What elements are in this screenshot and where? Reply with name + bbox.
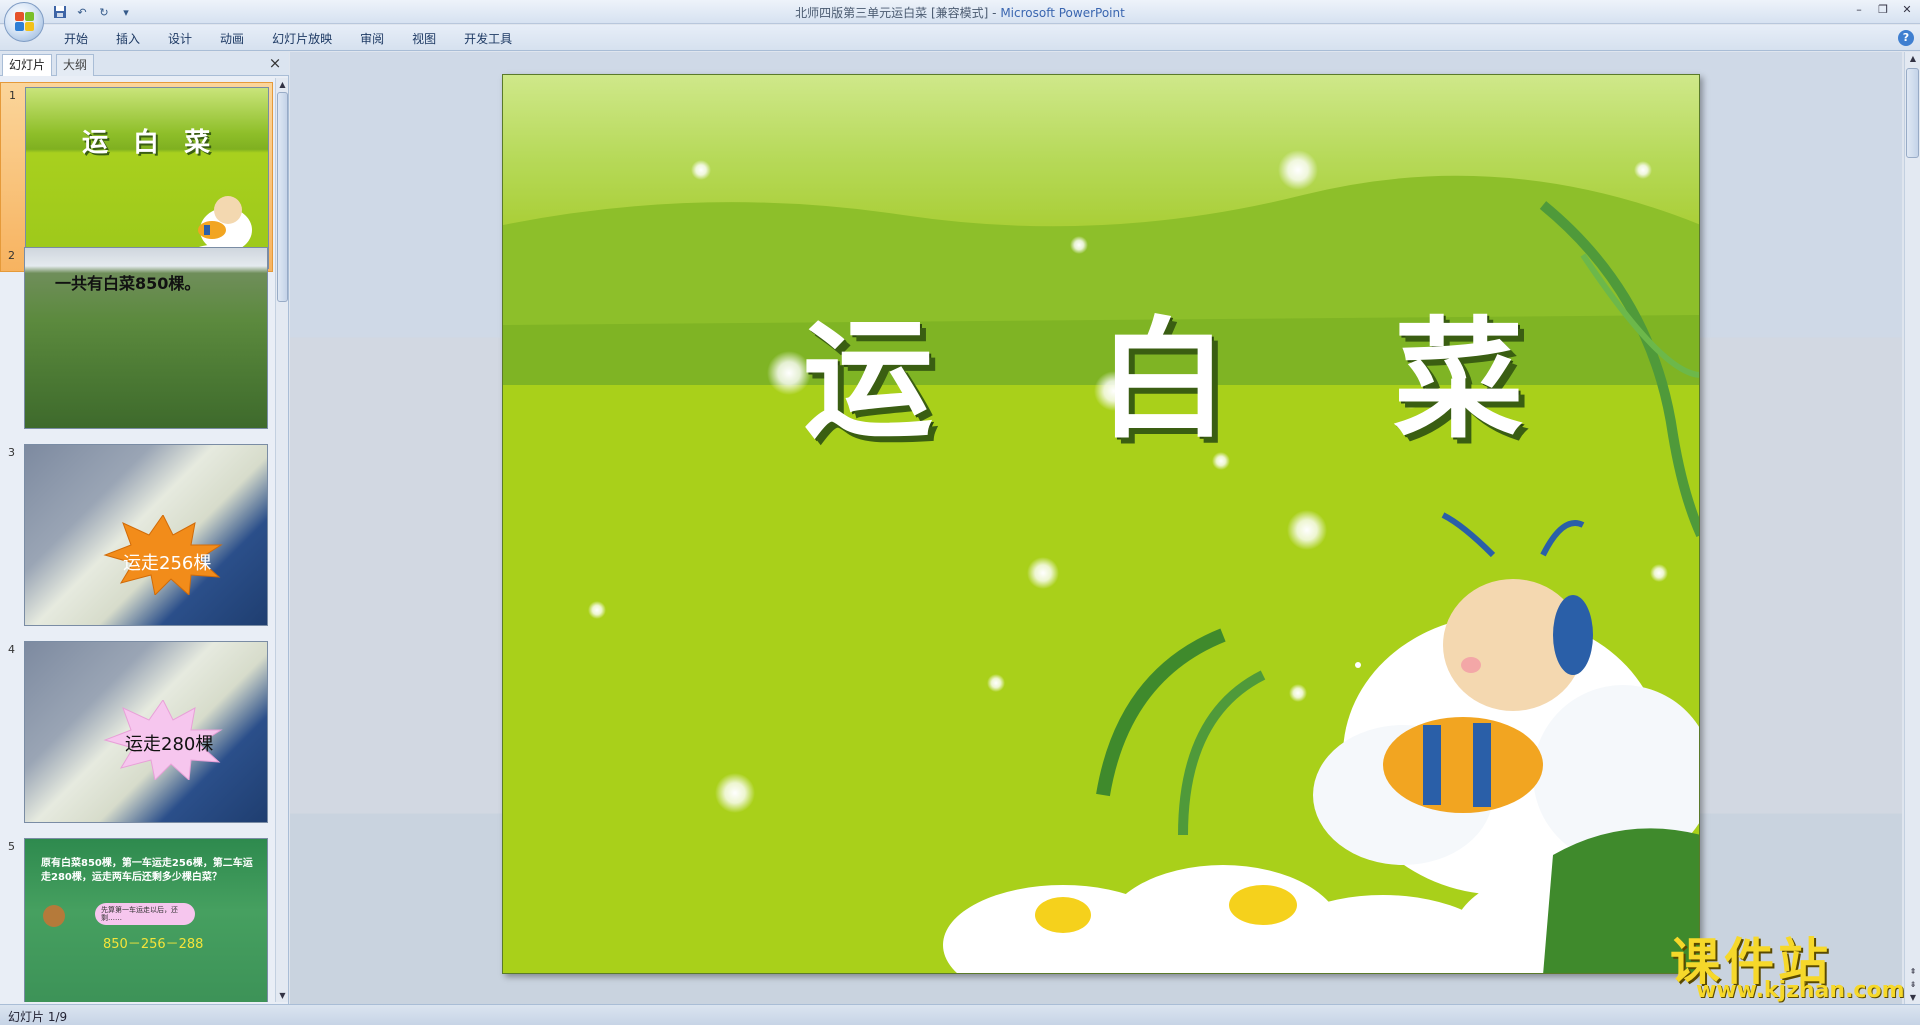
slide-thumbnail-2[interactable]: 2 一共有白菜850棵。	[0, 243, 273, 433]
tab-review[interactable]: 审阅	[346, 30, 398, 48]
slide-preview: 运 白 菜	[25, 87, 269, 269]
thumb-title: 运 白 菜	[82, 128, 219, 158]
help-icon[interactable]: ?	[1898, 30, 1914, 46]
tab-home[interactable]: 开始	[50, 30, 102, 48]
tab-developer[interactable]: 开发工具	[450, 30, 526, 48]
slides-panel: 幻灯片 大纲 × 1 运 白 菜 2 一共有白菜850棵。 3 运走256棵 4…	[0, 52, 289, 1004]
thumbnail-scrollbar[interactable]: ▲ ▼	[275, 78, 288, 1002]
scroll-up-icon[interactable]: ▲	[276, 78, 289, 91]
document-title: 北师四版第三单元运白菜 [兼容模式]	[795, 6, 989, 20]
panel-close-icon[interactable]: ×	[267, 55, 283, 71]
slide-thumbnail-3[interactable]: 3 运走256棵	[0, 440, 273, 630]
slide-title[interactable]: 运 白 菜	[803, 275, 1584, 463]
slide-number: 2	[8, 249, 15, 262]
slide-number: 4	[8, 643, 15, 656]
tab-view[interactable]: 视图	[398, 30, 450, 48]
tab-slides[interactable]: 幻灯片	[2, 54, 53, 76]
tab-outline[interactable]: 大纲	[56, 54, 95, 76]
panel-tabs: 幻灯片 大纲 ×	[0, 52, 289, 76]
title-bar: ↶ ↻ ▾ 北师四版第三单元运白菜 [兼容模式] - Microsoft Pow…	[0, 0, 1920, 24]
slide-preview: 原有白菜850棵，第一车运走256棵，第二车运走280棵，运走两车后还剩多少棵白…	[24, 838, 268, 1002]
monkey-icon	[43, 905, 65, 927]
slide-number: 3	[8, 446, 15, 459]
slide-preview: 一共有白菜850棵。	[24, 247, 268, 429]
slide-background	[503, 75, 1699, 973]
scroll-down-icon[interactable]: ▼	[276, 989, 289, 1002]
scroll-up-icon[interactable]: ▲	[1905, 52, 1920, 65]
formula-text: 850－256－288	[103, 937, 204, 952]
watermark-url: www.kjzhan.com	[1696, 978, 1905, 1003]
minimize-icon[interactable]: –	[1852, 3, 1866, 17]
slide-number: 1	[9, 89, 16, 102]
tab-animations[interactable]: 动画	[206, 30, 258, 48]
scroll-thumb[interactable]	[277, 92, 288, 302]
watermark: 课件站 www.kjzhan.com	[1670, 922, 1910, 1004]
slide-preview: 运走280棵	[24, 641, 268, 823]
close-icon[interactable]: ✕	[1900, 3, 1914, 17]
tab-slide-show[interactable]: 幻灯片放映	[258, 30, 346, 48]
tab-insert[interactable]: 插入	[102, 30, 154, 48]
thumb-text: 运走256棵	[123, 553, 212, 574]
thumb-text: 运走280棵	[125, 734, 214, 755]
window-controls: – ❐ ✕	[1852, 3, 1914, 17]
thought-bubble: 先算第一车运走以后，还剩……	[95, 903, 195, 925]
slide-thumbnail-4[interactable]: 4 运走280棵	[0, 637, 273, 827]
slide-number: 5	[8, 840, 15, 853]
ribbon-tabs: 开始 插入 设计 动画 幻灯片放映 审阅 视图 开发工具 ?	[0, 25, 1920, 51]
restore-icon[interactable]: ❐	[1876, 3, 1890, 17]
tab-design[interactable]: 设计	[154, 30, 206, 48]
office-button[interactable]	[4, 2, 44, 42]
slide-counter: 幻灯片 1/9	[8, 1010, 68, 1024]
slide-thumbnail-5[interactable]: 5 原有白菜850棵，第一车运走256棵，第二车运走280棵，运走两车后还剩多少…	[0, 834, 273, 1002]
thumbnail-list: 1 运 白 菜 2 一共有白菜850棵。 3 运走256棵 4 运走280棵 5…	[0, 78, 273, 1002]
slide-preview: 运走256棵	[24, 444, 268, 626]
app-name: Microsoft PowerPoint	[1000, 6, 1125, 20]
editor-scrollbar[interactable]: ▲ ⇞ ⇟ ▼	[1904, 52, 1920, 1004]
office-logo-icon	[15, 12, 35, 32]
window-title: 北师四版第三单元运白菜 [兼容模式] - Microsoft PowerPoin…	[0, 4, 1920, 21]
slide-editor: 运 白 菜	[290, 52, 1902, 1004]
thumb-text: 一共有白菜850棵。	[55, 274, 201, 293]
title-separator: -	[988, 6, 1001, 20]
thumb-text: 原有白菜850棵，第一车运走256棵，第二车运走280棵，运走两车后还剩多少棵白…	[41, 858, 253, 883]
status-bar: 幻灯片 1/9	[0, 1004, 1920, 1025]
current-slide[interactable]: 运 白 菜	[502, 74, 1700, 974]
scroll-thumb[interactable]	[1906, 68, 1919, 158]
